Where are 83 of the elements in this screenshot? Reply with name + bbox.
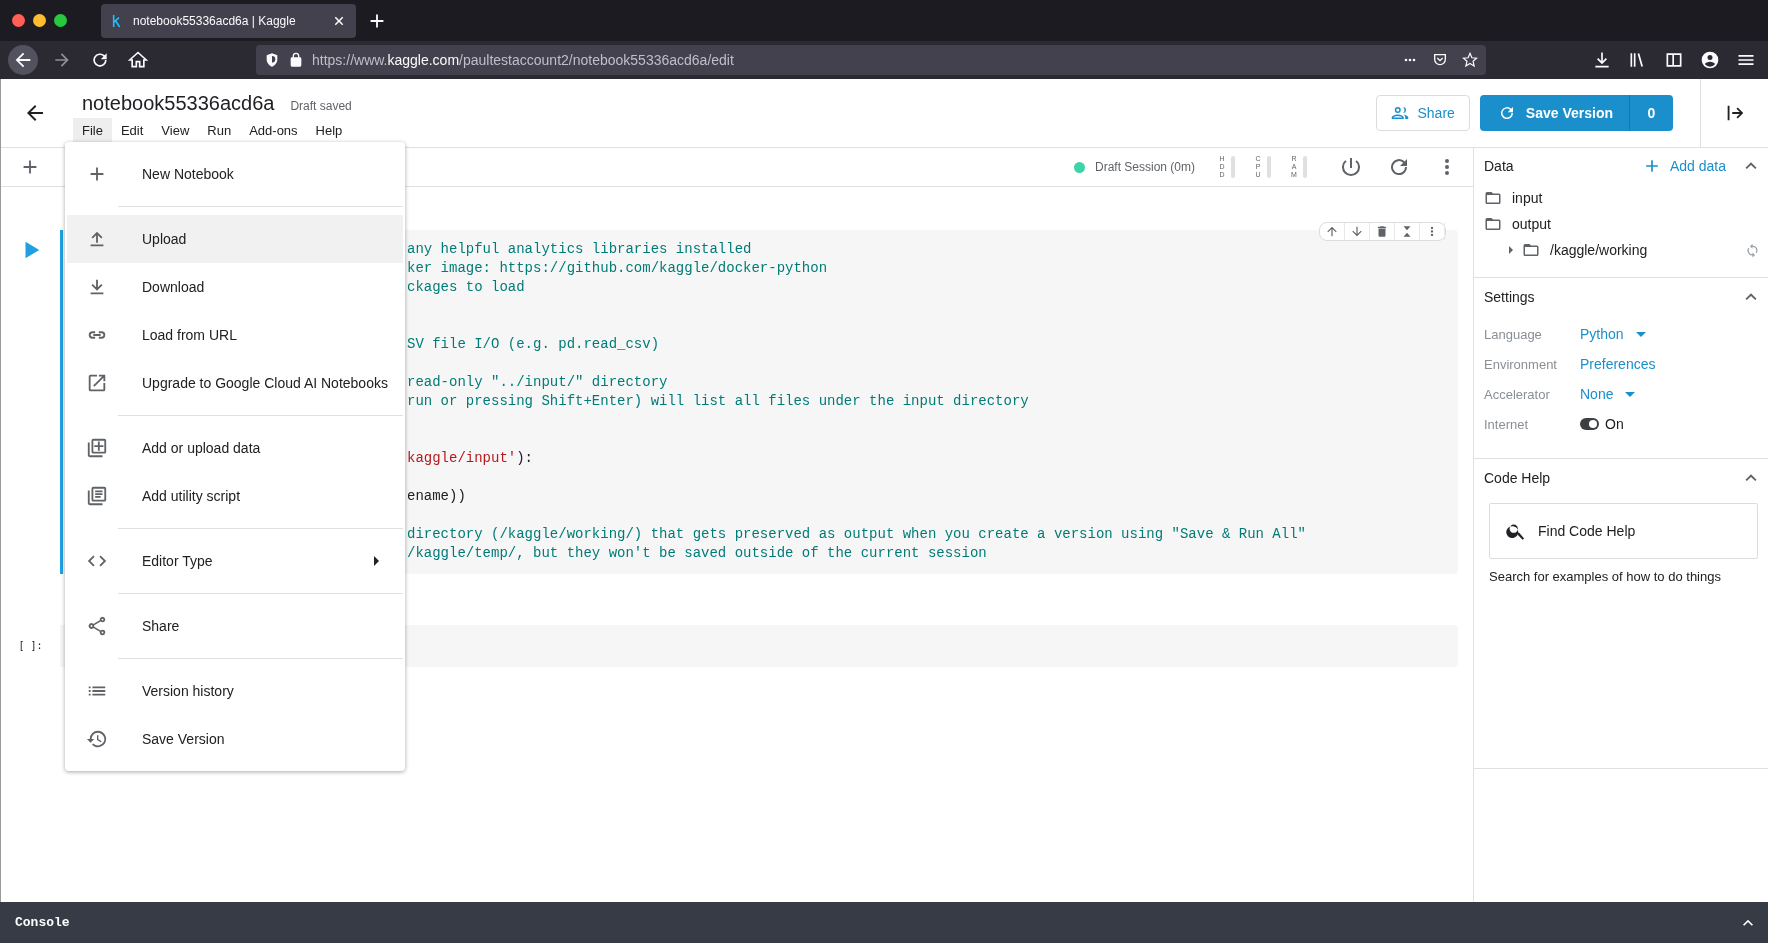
caret-icon bbox=[1625, 391, 1636, 397]
save-status: Draft saved bbox=[290, 98, 352, 113]
setting-label: Accelerator bbox=[1484, 386, 1551, 402]
menu-item[interactable]: Version history bbox=[67, 667, 403, 715]
save-version-button[interactable]: Save Version bbox=[1479, 95, 1630, 131]
address-field[interactable]: https://www.kaggle.com/paultestaccount2/notebook55336acd6a/edit bbox=[256, 45, 1486, 75]
menu-item[interactable]: File bbox=[73, 117, 112, 143]
toggle-switch[interactable] bbox=[1580, 418, 1599, 430]
document-icon bbox=[86, 485, 108, 507]
history-icon bbox=[86, 728, 108, 750]
code-line: /kaggle/temp/, but they won't be saved outside of the current session bbox=[407, 545, 987, 561]
share-icon bbox=[86, 615, 108, 637]
cell-prompt: [ ]: bbox=[18, 640, 43, 651]
setting-dropdown[interactable]: None bbox=[1580, 386, 1636, 402]
shield-icon bbox=[264, 52, 280, 68]
external-link-icon bbox=[86, 372, 108, 394]
menu-item[interactable]: Share bbox=[67, 602, 403, 650]
section-title: Data bbox=[1484, 158, 1514, 174]
menu-item[interactable]: Add-ons bbox=[240, 117, 307, 143]
folder-icon bbox=[1522, 241, 1540, 259]
code-line: ename)) bbox=[407, 488, 466, 504]
menu-item[interactable]: Add or upload data bbox=[67, 424, 403, 472]
hint-text: Search for examples of how to do things bbox=[1488, 568, 1722, 586]
folder-icon bbox=[1484, 215, 1502, 233]
reload-icon[interactable] bbox=[90, 50, 110, 70]
notebook-title[interactable]: notebook55336acd6a bbox=[82, 91, 275, 115]
folder-name[interactable]: input bbox=[1512, 190, 1543, 206]
code-line: SV file I/O (e.g. pd.read_csv) bbox=[407, 336, 660, 352]
setting-dropdown[interactable]: Python bbox=[1580, 326, 1646, 342]
downloads-icon[interactable] bbox=[1592, 50, 1612, 70]
menu-item[interactable]: Upload bbox=[67, 215, 403, 263]
minimize-dot[interactable] bbox=[33, 14, 46, 27]
caret-icon bbox=[1635, 331, 1646, 337]
pocket-icon[interactable] bbox=[1432, 52, 1448, 68]
code-line: ker image: https://github.com/kaggle/docker-python bbox=[407, 260, 828, 276]
menu-item[interactable]: Load from URL bbox=[67, 311, 403, 359]
submenu-arrow-icon bbox=[374, 556, 379, 566]
menu-item[interactable]: Upgrade to Google Cloud AI Notebooks bbox=[67, 359, 403, 407]
setting-label: Internet bbox=[1484, 416, 1530, 432]
menu-item[interactable]: Help bbox=[306, 117, 352, 143]
share-button[interactable]: Share bbox=[1376, 95, 1470, 131]
folder-name[interactable]: /kaggle/working bbox=[1550, 242, 1648, 258]
section-title: Settings bbox=[1484, 289, 1535, 305]
code-line: directory (/kaggle/working/) that gets preserved as output when you create a version using "Save & Run All" bbox=[407, 526, 1306, 542]
add-data-button[interactable]: Add data bbox=[1641, 156, 1726, 176]
back-icon[interactable] bbox=[8, 45, 38, 75]
expand-arrow-icon[interactable] bbox=[1509, 246, 1513, 254]
setting-label: Environment bbox=[1484, 356, 1558, 372]
menu-item[interactable]: Add utility script bbox=[67, 472, 403, 520]
folder-name[interactable]: output bbox=[1512, 216, 1551, 232]
console-bar[interactable]: Console bbox=[0, 902, 1768, 943]
menu-item[interactable]: Run bbox=[198, 117, 241, 143]
sidebar-icon[interactable] bbox=[1664, 50, 1684, 70]
close-dot[interactable] bbox=[12, 14, 25, 27]
sync-icon[interactable] bbox=[1745, 242, 1760, 258]
menu-item[interactable]: Download bbox=[67, 263, 403, 311]
folder-icon bbox=[1484, 189, 1502, 207]
power-icon[interactable] bbox=[1339, 155, 1363, 179]
menu-item[interactable]: Edit bbox=[111, 117, 153, 143]
code-line: run or pressing Shift+Enter) will list all files under the input directory bbox=[407, 393, 1029, 409]
section-title: Code Help bbox=[1484, 470, 1551, 486]
lock-icon bbox=[288, 52, 304, 68]
home-icon[interactable] bbox=[128, 50, 148, 70]
account-icon[interactable] bbox=[1700, 50, 1720, 70]
setting-label: Language bbox=[1484, 326, 1543, 342]
code-line: read-only "../input/" directory bbox=[407, 374, 668, 390]
people-icon bbox=[1391, 104, 1410, 122]
bookmark-icon[interactable] bbox=[1462, 52, 1478, 68]
toggle-label: On bbox=[1605, 416, 1624, 432]
menu-item[interactable]: View bbox=[152, 117, 199, 143]
menu-item[interactable]: Editor Type bbox=[67, 537, 403, 585]
setting-link[interactable]: Preferences bbox=[1580, 356, 1656, 372]
version-count-button[interactable]: 0 bbox=[1630, 95, 1673, 131]
menu-item[interactable]: Save Version bbox=[67, 715, 403, 763]
code-line: any helpful analytics libraries installed bbox=[407, 241, 752, 257]
session-label: Draft Session (0m) bbox=[1094, 160, 1195, 174]
add-box-icon bbox=[86, 437, 108, 459]
search-field[interactable]: Find Code Help bbox=[1489, 503, 1758, 559]
menu-item[interactable]: New Notebook bbox=[67, 150, 403, 198]
zoom-dot[interactable] bbox=[54, 14, 67, 27]
code-line: ckages to load bbox=[407, 279, 525, 295]
code-line: kaggle/input'): bbox=[407, 450, 534, 466]
browser-tab[interactable]: notebook55336acd6a | Kaggle bbox=[101, 3, 356, 38]
